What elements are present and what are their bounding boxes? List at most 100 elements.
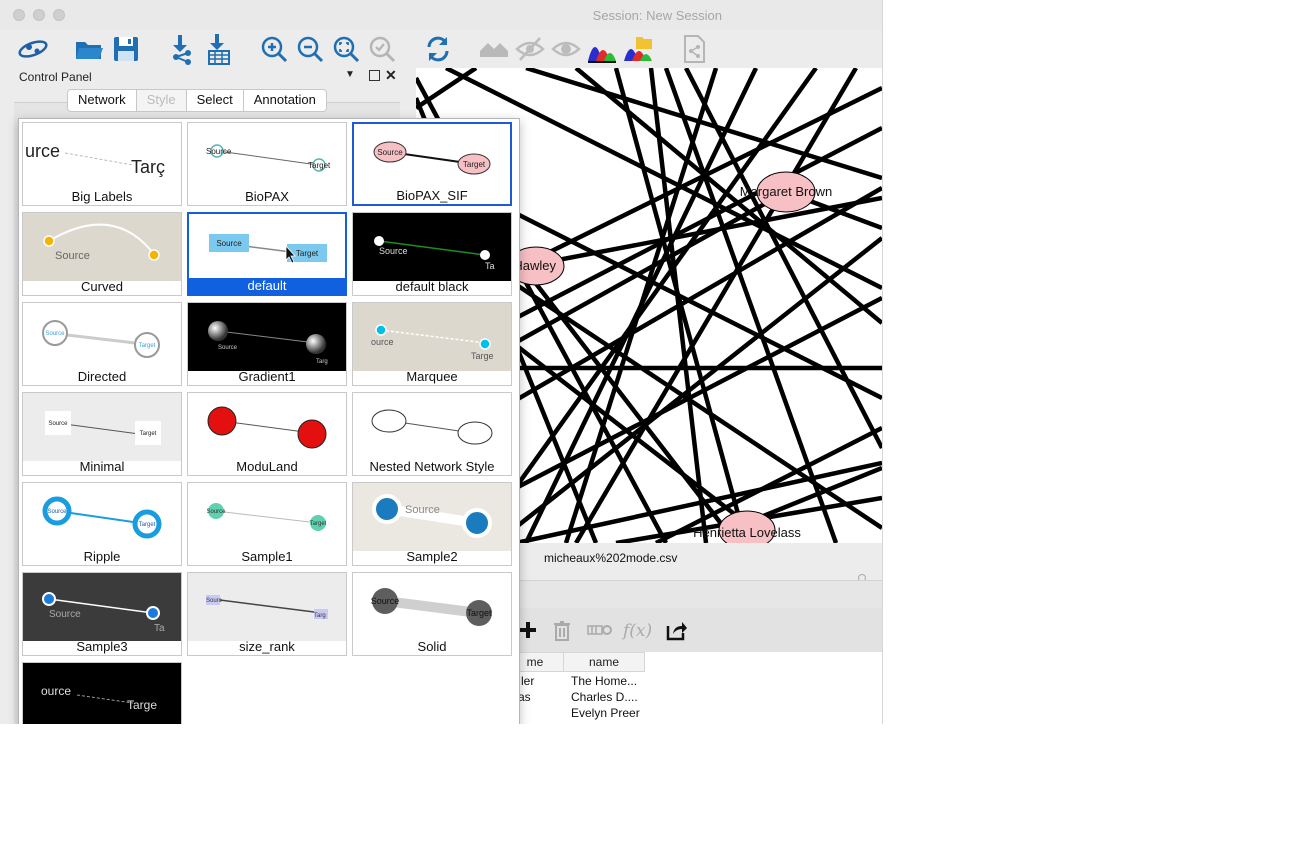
style-option-label: default <box>189 278 345 294</box>
svg-text:Target: Target <box>140 431 157 437</box>
export-table-icon[interactable] <box>664 618 688 642</box>
svg-text:Tarç: Tarç <box>131 157 165 177</box>
save-icon[interactable] <box>110 33 142 65</box>
style-option-label: BioPAX <box>245 189 289 204</box>
style-option-label: Sample1 <box>241 549 293 564</box>
style-option-label: Solid <box>417 639 447 654</box>
home-icon <box>478 33 510 65</box>
style-preview: Source Target <box>188 483 346 551</box>
svg-text:urce: urce <box>25 141 60 161</box>
app-window: Session: New Session Control Panel ▼ ✕ N… <box>0 0 883 724</box>
control-panel-tabs: Network Style Select Annotation <box>67 89 327 112</box>
style-option-label: Directed <box>77 369 127 384</box>
style-option-sample1[interactable]: Source Target Sample1 <box>187 482 347 566</box>
main-toolbar <box>0 30 882 68</box>
control-panel-header: Control Panel ▼ ✕ <box>14 67 400 86</box>
import-table-icon[interactable] <box>203 33 235 65</box>
style-option-marquee[interactable]: ource Targe Marquee <box>352 302 512 386</box>
style-preview: Sourc Targ <box>188 573 346 641</box>
style-option-directed[interactable]: Source Target Directed <box>22 302 182 386</box>
style-option-default[interactable]: Source Target default <box>187 212 347 296</box>
style-preview <box>188 393 346 461</box>
style-preview <box>353 393 511 461</box>
style-preview: Source Target <box>23 303 181 371</box>
cytoscape-logo-icon[interactable] <box>17 33 49 65</box>
style-option-size-rank[interactable]: Sourc Targ size_rank <box>187 572 347 656</box>
svg-text:f(x): f(x) <box>622 621 652 641</box>
svg-text:Source: Source <box>377 148 403 157</box>
style-option-curved[interactable]: Source Curved <box>22 212 182 296</box>
style-option-gradient1[interactable]: Source Targ Gradient1 <box>187 302 347 386</box>
refresh-icon[interactable] <box>422 33 454 65</box>
style-option-label: Marquee <box>406 369 458 384</box>
column-header[interactable]: name <box>563 652 645 672</box>
tab-annotation[interactable]: Annotation <box>244 90 326 111</box>
delete-icon <box>550 618 574 642</box>
style-option-minimal[interactable]: Source Target Minimal <box>22 392 182 476</box>
tab-network[interactable]: Network <box>68 90 137 111</box>
svg-text:Source: Source <box>218 345 238 351</box>
window-title: Session: New Session <box>592 8 722 23</box>
style-option-biopax-sif[interactable]: Source Target BioPAX_SIF <box>352 122 512 206</box>
tab-style[interactable]: Style <box>136 90 187 111</box>
zoom-out-icon[interactable] <box>294 33 326 65</box>
style-option-solid[interactable]: Source Target Solid <box>352 572 512 656</box>
zoom-fit-icon[interactable] <box>330 33 362 65</box>
svg-text:Margaret Brown: Margaret Brown <box>740 184 832 199</box>
style-folder-icon[interactable] <box>622 33 654 65</box>
table-cell[interactable]: Evelyn Preer <box>571 706 640 720</box>
float-panel-icon[interactable] <box>369 70 380 81</box>
style-preview: Source Target <box>354 124 510 192</box>
svg-text:Target: Target <box>466 608 492 618</box>
svg-text:Source: Source <box>206 509 226 515</box>
svg-text:Source: Source <box>206 147 232 156</box>
svg-text:Source: Source <box>47 509 67 515</box>
style-option-sample3[interactable]: Source Ta Sample3 <box>22 572 182 656</box>
zoom-in-icon[interactable] <box>258 33 290 65</box>
style-preview: ource Targe <box>23 663 181 724</box>
style-option-label: Curved <box>81 279 123 294</box>
svg-text:Targ: Targ <box>314 613 326 619</box>
show-icon <box>550 33 582 65</box>
svg-text:Source: Source <box>379 246 408 256</box>
style-preview: Source Target <box>188 123 346 191</box>
svg-text:Targe: Targe <box>471 351 494 361</box>
style-option-nested-network-style[interactable]: Nested Network Style <box>352 392 512 476</box>
style-option-partial[interactable]: ource Targe <box>22 662 182 724</box>
style-option-sample2[interactable]: Source Sample2 <box>352 482 512 566</box>
style-option-moduland[interactable]: ModuLand <box>187 392 347 476</box>
style-preview: Source Targ <box>188 303 346 371</box>
tab-select[interactable]: Select <box>187 90 244 111</box>
svg-text:Source: Source <box>216 239 242 248</box>
style-option-label: default black <box>395 279 469 294</box>
svg-text:Sourc: Sourc <box>206 598 222 604</box>
style-option-label: Sample3 <box>76 639 128 654</box>
style-option-ripple[interactable]: Source Target Ripple <box>22 482 182 566</box>
panel-menu-icon[interactable]: ▼ <box>345 69 355 80</box>
style-option-label: size_rank <box>239 639 295 654</box>
svg-text:Source: Source <box>48 421 68 427</box>
style-preview: Source <box>353 483 511 551</box>
style-visualization-icon[interactable] <box>586 33 618 65</box>
table-cell[interactable]: Charles D.... <box>571 690 638 704</box>
import-network-icon[interactable] <box>166 33 198 65</box>
svg-text:Ta: Ta <box>154 623 165 634</box>
style-preview: Source Target <box>189 214 345 282</box>
close-panel-icon[interactable]: ✕ <box>385 67 397 84</box>
style-preview: Source Target <box>23 393 181 461</box>
style-option-biopax[interactable]: Source Target BioPAX <box>187 122 347 206</box>
table-tab[interactable]: micheaux%202mode.csv <box>544 551 677 565</box>
style-chooser-dropdown: urce Tarç Big Labels Source Target BioPA… <box>18 118 520 724</box>
style-option-big-labels[interactable]: urce Tarç Big Labels <box>22 122 182 206</box>
table-cell[interactable]: The Home... <box>571 674 637 688</box>
style-preview: Source <box>23 213 181 281</box>
style-option-label: Minimal <box>79 459 125 474</box>
table-cell[interactable]: ler <box>521 674 534 688</box>
control-panel-title: Control Panel <box>19 70 92 84</box>
style-option-default-black[interactable]: Source Ta default black <box>352 212 512 296</box>
style-preview: ource Targe <box>353 303 511 371</box>
style-option-label: Nested Network Style <box>369 459 495 474</box>
open-folder-icon[interactable] <box>73 33 105 65</box>
svg-text:Target: Target <box>296 249 319 258</box>
svg-text:Henrietta Lovelass: Henrietta Lovelass <box>693 525 801 540</box>
